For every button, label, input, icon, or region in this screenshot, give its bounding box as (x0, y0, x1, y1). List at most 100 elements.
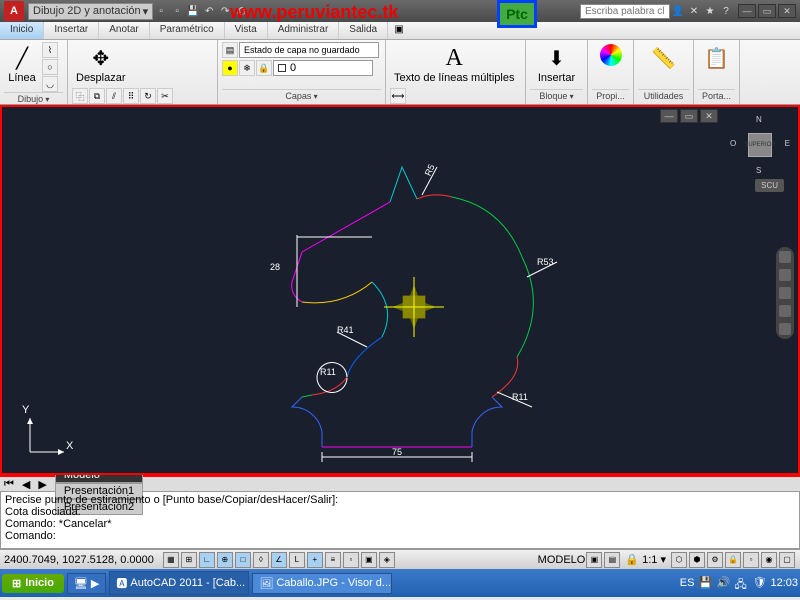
signin-icon[interactable]: 👤 (671, 4, 685, 18)
ribbon-expand-icon[interactable]: ▣ (392, 22, 406, 36)
layer-current-dropdown[interactable]: 0 (273, 60, 373, 76)
tab-salida[interactable]: Salida (339, 22, 388, 39)
tab-parametrico[interactable]: Paramétrico (150, 22, 225, 39)
doc-maximize-button[interactable]: ▭ (680, 109, 698, 123)
tab-anotar[interactable]: Anotar (99, 22, 149, 39)
ducs-toggle[interactable]: L (289, 552, 305, 568)
nav-showmotion-icon[interactable] (779, 323, 791, 335)
layout-nav-next-icon[interactable]: ▶ (34, 478, 50, 491)
save-icon[interactable]: 💾 (186, 4, 200, 18)
dim-linear-icon[interactable]: ⟷ (390, 88, 406, 104)
panel-properties-label[interactable]: Propi... (592, 89, 629, 102)
rotate-icon[interactable]: ↻ (140, 88, 156, 104)
line-button[interactable]: ╱ Línea (4, 42, 40, 86)
layout-nav-prev-icon[interactable]: ◀ (18, 478, 34, 491)
arc-icon[interactable]: ◡ (42, 76, 58, 92)
grid-toggle[interactable]: ⊞ (181, 552, 197, 568)
array-icon[interactable]: ⠿ (123, 88, 139, 104)
ql-player-icon[interactable]: ▶ (91, 577, 99, 590)
lwt-toggle[interactable]: ≡ (325, 552, 341, 568)
polyline-icon[interactable]: ⌇ (42, 42, 58, 58)
space-indicator[interactable]: MODELO (538, 554, 586, 566)
isolate-icon[interactable]: ◉ (761, 552, 777, 568)
sc-toggle[interactable]: ◈ (379, 552, 395, 568)
cleanscreen-icon[interactable]: ▢ (779, 552, 795, 568)
tab-inicio[interactable]: Inicio (0, 22, 44, 39)
tray-shield-icon[interactable]: 🛡 (752, 576, 766, 590)
nav-pan-icon[interactable] (779, 269, 791, 281)
panel-layers-label[interactable]: Capas (222, 89, 381, 102)
ws-switch-icon[interactable]: ⚙ (707, 552, 723, 568)
scu-button[interactable]: SCU (755, 179, 784, 192)
qp-toggle[interactable]: ▣ (361, 552, 377, 568)
help-icon[interactable]: ? (719, 4, 733, 18)
tab-administrar[interactable]: Administrar (268, 22, 340, 39)
panel-clipboard-label[interactable]: Porta... (698, 89, 735, 102)
drawing-area[interactable]: 28 75 R5 R53 R41 R11 R11 X Y N S E O SUP… (0, 105, 800, 475)
workspace-dropdown[interactable]: Dibujo 2D y anotación▾ (28, 3, 153, 20)
snap-toggle[interactable]: ▦ (163, 552, 179, 568)
viewcube-s[interactable]: S (756, 166, 761, 175)
dyn-toggle[interactable]: + (307, 552, 323, 568)
properties-button[interactable] (592, 42, 629, 68)
tpy-toggle[interactable]: ▫ (343, 552, 359, 568)
new-icon[interactable]: ▫ (154, 4, 168, 18)
mirror-icon[interactable]: ⧉ (89, 88, 105, 104)
nav-orbit-icon[interactable] (779, 305, 791, 317)
layer-freeze-icon[interactable]: ❄ (239, 60, 255, 76)
annoscale-label[interactable]: 🔒 1:1 ▾ (621, 553, 670, 566)
search-input[interactable] (580, 4, 670, 19)
quickview-layouts-icon[interactable]: ▣ (586, 552, 602, 568)
taskbar-item-autocad[interactable]: 🅰AutoCAD 2011 - [Cab... (109, 571, 249, 595)
layer-prop-icon[interactable]: ▤ (222, 42, 238, 58)
toolbar-lock-icon[interactable]: 🔒 (725, 552, 741, 568)
viewcube-face[interactable]: SUPERIOR (748, 133, 772, 157)
taskbar-item-viewer[interactable]: 🖼Caballo.JPG - Visor d... (252, 573, 392, 594)
app-logo[interactable]: A (4, 1, 24, 21)
offset-icon[interactable]: ⫽ (106, 88, 122, 104)
hardware-accel-icon[interactable]: ▫ (743, 552, 759, 568)
start-button[interactable]: ⊞ Inicio (2, 574, 64, 593)
tray-volume-icon[interactable]: 🔊 (716, 576, 730, 590)
osnap-toggle[interactable]: □ (235, 552, 251, 568)
maximize-button[interactable]: ▭ (758, 4, 776, 18)
layer-lock-icon[interactable]: 🔒 (256, 60, 272, 76)
measure-button[interactable]: 📏 (638, 42, 689, 74)
tray-safely-remove-icon[interactable]: 💾 (698, 576, 712, 590)
ql-desktop-icon[interactable]: 🖥 (74, 577, 88, 590)
annovis-toggle[interactable]: ⬡ (671, 552, 687, 568)
doc-close-button[interactable]: ✕ (700, 109, 718, 123)
nav-wheel-icon[interactable] (779, 251, 791, 263)
panel-draw-label[interactable]: Dibujo (4, 92, 63, 105)
panel-utilities-label[interactable]: Utilidades (638, 89, 689, 102)
polar-toggle[interactable]: ⊕ (217, 552, 233, 568)
quickview-drawings-icon[interactable]: ▤ (604, 552, 620, 568)
ortho-toggle[interactable]: ∟ (199, 552, 215, 568)
layer-bulb-icon[interactable]: ● (222, 60, 238, 76)
exchange-icon[interactable]: ✕ (687, 4, 701, 18)
lang-indicator[interactable]: ES (680, 577, 695, 589)
viewcube-o[interactable]: O (730, 139, 736, 148)
3dosnap-toggle[interactable]: ◊ (253, 552, 269, 568)
favorite-icon[interactable]: ★ (703, 4, 717, 18)
otrack-toggle[interactable]: ∠ (271, 552, 287, 568)
paste-button[interactable]: 📋 (698, 42, 735, 74)
tray-network-icon[interactable]: 🖧 (734, 576, 748, 590)
close-button[interactable]: ✕ (778, 4, 796, 18)
tab-vista[interactable]: Vista (225, 22, 268, 39)
cmd-prompt[interactable]: Comando: (5, 530, 795, 542)
clock[interactable]: 12:03 (770, 577, 798, 589)
undo-icon[interactable]: ↶ (202, 4, 216, 18)
text-button[interactable]: A Texto de líneas múltiples (390, 42, 518, 86)
open-icon[interactable]: ▫ (170, 4, 184, 18)
minimize-button[interactable]: — (738, 4, 756, 18)
command-window[interactable]: Precise punto de estiramiento o [Punto b… (0, 491, 800, 549)
trim-icon[interactable]: ✂ (157, 88, 173, 104)
doc-minimize-button[interactable]: — (660, 109, 678, 123)
viewcube-n[interactable]: N (756, 115, 762, 124)
copy-icon[interactable]: ⿻ (72, 88, 88, 104)
nav-zoom-icon[interactable] (779, 287, 791, 299)
panel-block-label[interactable]: Bloque (530, 89, 583, 102)
viewcube-e[interactable]: E (785, 139, 790, 148)
insert-button[interactable]: ⬇ Insertar (530, 42, 583, 86)
